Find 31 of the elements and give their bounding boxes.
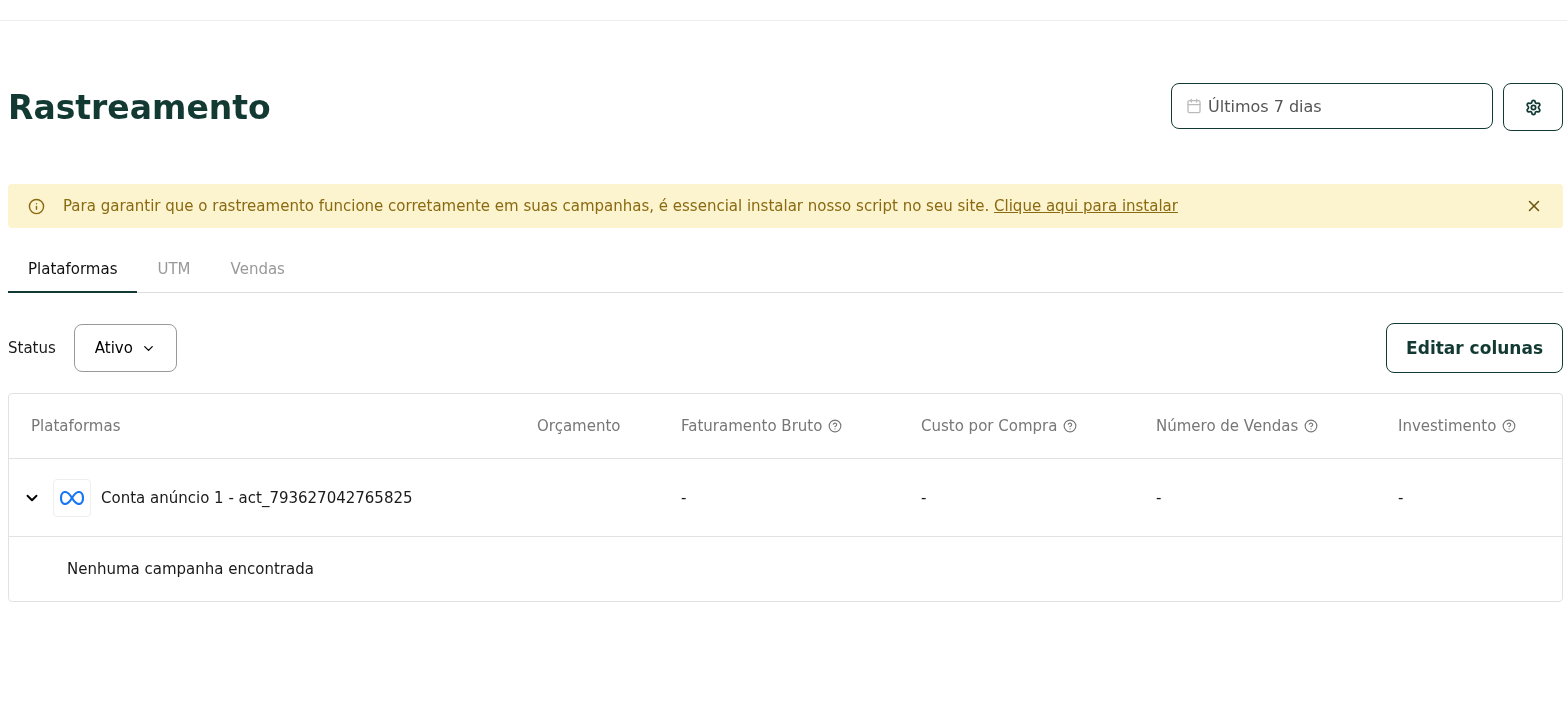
edit-columns-button[interactable]: Editar colunas	[1386, 323, 1563, 373]
tab[interactable]: Plataformas	[8, 248, 138, 293]
date-range-field[interactable]: Últimos 7 dias	[1171, 83, 1493, 129]
page-title: Rastreamento	[8, 87, 271, 127]
account-name: Conta anúncio 1 - act_793627042765825	[101, 488, 413, 507]
help-icon	[828, 419, 843, 433]
help-icon	[1502, 419, 1517, 433]
help-icon	[1063, 419, 1078, 433]
info-icon	[28, 197, 45, 215]
tab[interactable]: UTM	[137, 248, 211, 293]
help-icon	[1304, 419, 1319, 433]
install-link[interactable]: Clique aqui para instalar	[994, 197, 1178, 215]
tab[interactable]: Vendas	[210, 248, 305, 293]
empty-message: Nenhuma campanha encontrada	[67, 560, 314, 578]
settings-button[interactable]	[1503, 83, 1563, 131]
column-header[interactable]: Investimento	[1398, 417, 1517, 435]
column-header[interactable]: Orçamento	[537, 417, 621, 435]
infinity-logo-icon	[60, 490, 84, 505]
column-header[interactable]: Custo por Compra	[921, 417, 1078, 435]
column-header[interactable]: Plataformas	[31, 417, 121, 435]
table-cell-text: -	[921, 488, 928, 507]
table-cell-text: -	[1398, 488, 1405, 507]
settings-icon	[1524, 98, 1542, 116]
table-cell-text: -	[681, 488, 688, 507]
calendar-icon	[1186, 98, 1202, 114]
filter-label: Status	[8, 339, 56, 357]
column-header[interactable]: Faturamento Bruto	[681, 417, 843, 435]
column-header[interactable]: Número de Vendas	[1156, 417, 1319, 435]
table-cell-text: -	[1156, 488, 1163, 507]
status-dropdown[interactable]: Ativo	[73, 324, 177, 372]
alert-message: Para garantir que o rastreamento funcione corretamente em suas campanhas, é essencial instalar nosso script no seu site. Clique aqui para instalar	[63, 197, 1179, 215]
